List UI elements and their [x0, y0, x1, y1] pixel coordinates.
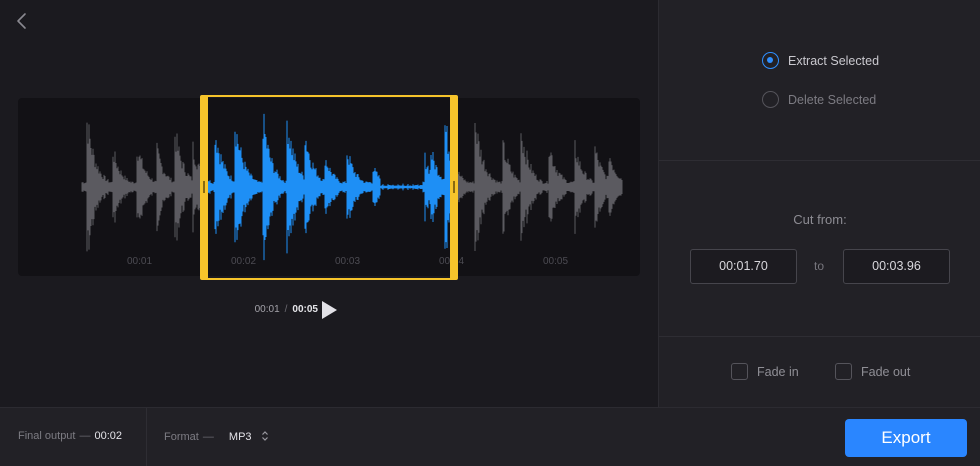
footer-bar: Final output —00:02 Format — MP3 Export	[0, 407, 980, 466]
fade-in-option[interactable]: Fade in	[731, 363, 799, 380]
play-icon	[322, 301, 337, 319]
final-output-label: Final output	[18, 430, 76, 442]
divider	[659, 160, 980, 161]
fade-out-checkbox[interactable]	[835, 363, 852, 380]
selection-end-handle[interactable]	[450, 95, 458, 280]
format-label: Format	[164, 431, 199, 443]
radio-checked-icon[interactable]	[762, 52, 779, 69]
delete-selected-label: Delete Selected	[788, 92, 877, 107]
final-output-dash: —	[79, 430, 91, 442]
export-button[interactable]: Export	[845, 419, 967, 457]
fade-in-label: Fade in	[757, 364, 799, 379]
radio-unchecked-icon[interactable]	[762, 91, 779, 108]
fade-out-label: Fade out	[861, 364, 911, 379]
tick-label-1: 00:01	[127, 256, 153, 267]
delete-selected-option[interactable]: Delete Selected	[762, 91, 876, 108]
side-panel: Extract Selected Delete Selected Cut fro…	[658, 0, 980, 407]
time-separator: /	[284, 304, 288, 315]
final-output-value: 00:02	[94, 430, 123, 442]
to-label: to	[814, 259, 825, 273]
time-readout: 00:01 / 00:05	[255, 304, 318, 315]
chevron-left-icon	[17, 13, 26, 29]
cut-to-input[interactable]: 00:03.96	[843, 249, 950, 284]
selection-region[interactable]	[200, 95, 458, 280]
editor-area: 00:01 00:02 00:03 00:04 00:05 00:01/00:0…	[0, 0, 658, 407]
footer-divider	[146, 408, 147, 466]
fade-out-option[interactable]: Fade out	[835, 363, 910, 380]
final-output: Final output —00:02	[18, 430, 122, 442]
format-dash: —	[202, 431, 214, 443]
current-time: 00:01	[254, 304, 280, 315]
cut-title: Cut from:	[793, 212, 847, 227]
extract-selected-option[interactable]: Extract Selected	[762, 52, 879, 69]
up-down-chevron-icon	[261, 431, 268, 441]
total-time: 00:05	[292, 304, 318, 315]
cut-from-input[interactable]: 00:01.70	[690, 249, 797, 284]
divider	[659, 336, 980, 337]
tick-label-5: 00:05	[543, 256, 569, 267]
selection-start-handle[interactable]	[200, 95, 208, 280]
back-button[interactable]	[12, 10, 32, 32]
format-value: MP3	[228, 431, 252, 443]
format-select[interactable]: Format — MP3	[164, 430, 269, 443]
extract-selected-label: Extract Selected	[788, 53, 880, 68]
play-button[interactable]	[318, 298, 340, 322]
fade-in-checkbox[interactable]	[731, 363, 748, 380]
